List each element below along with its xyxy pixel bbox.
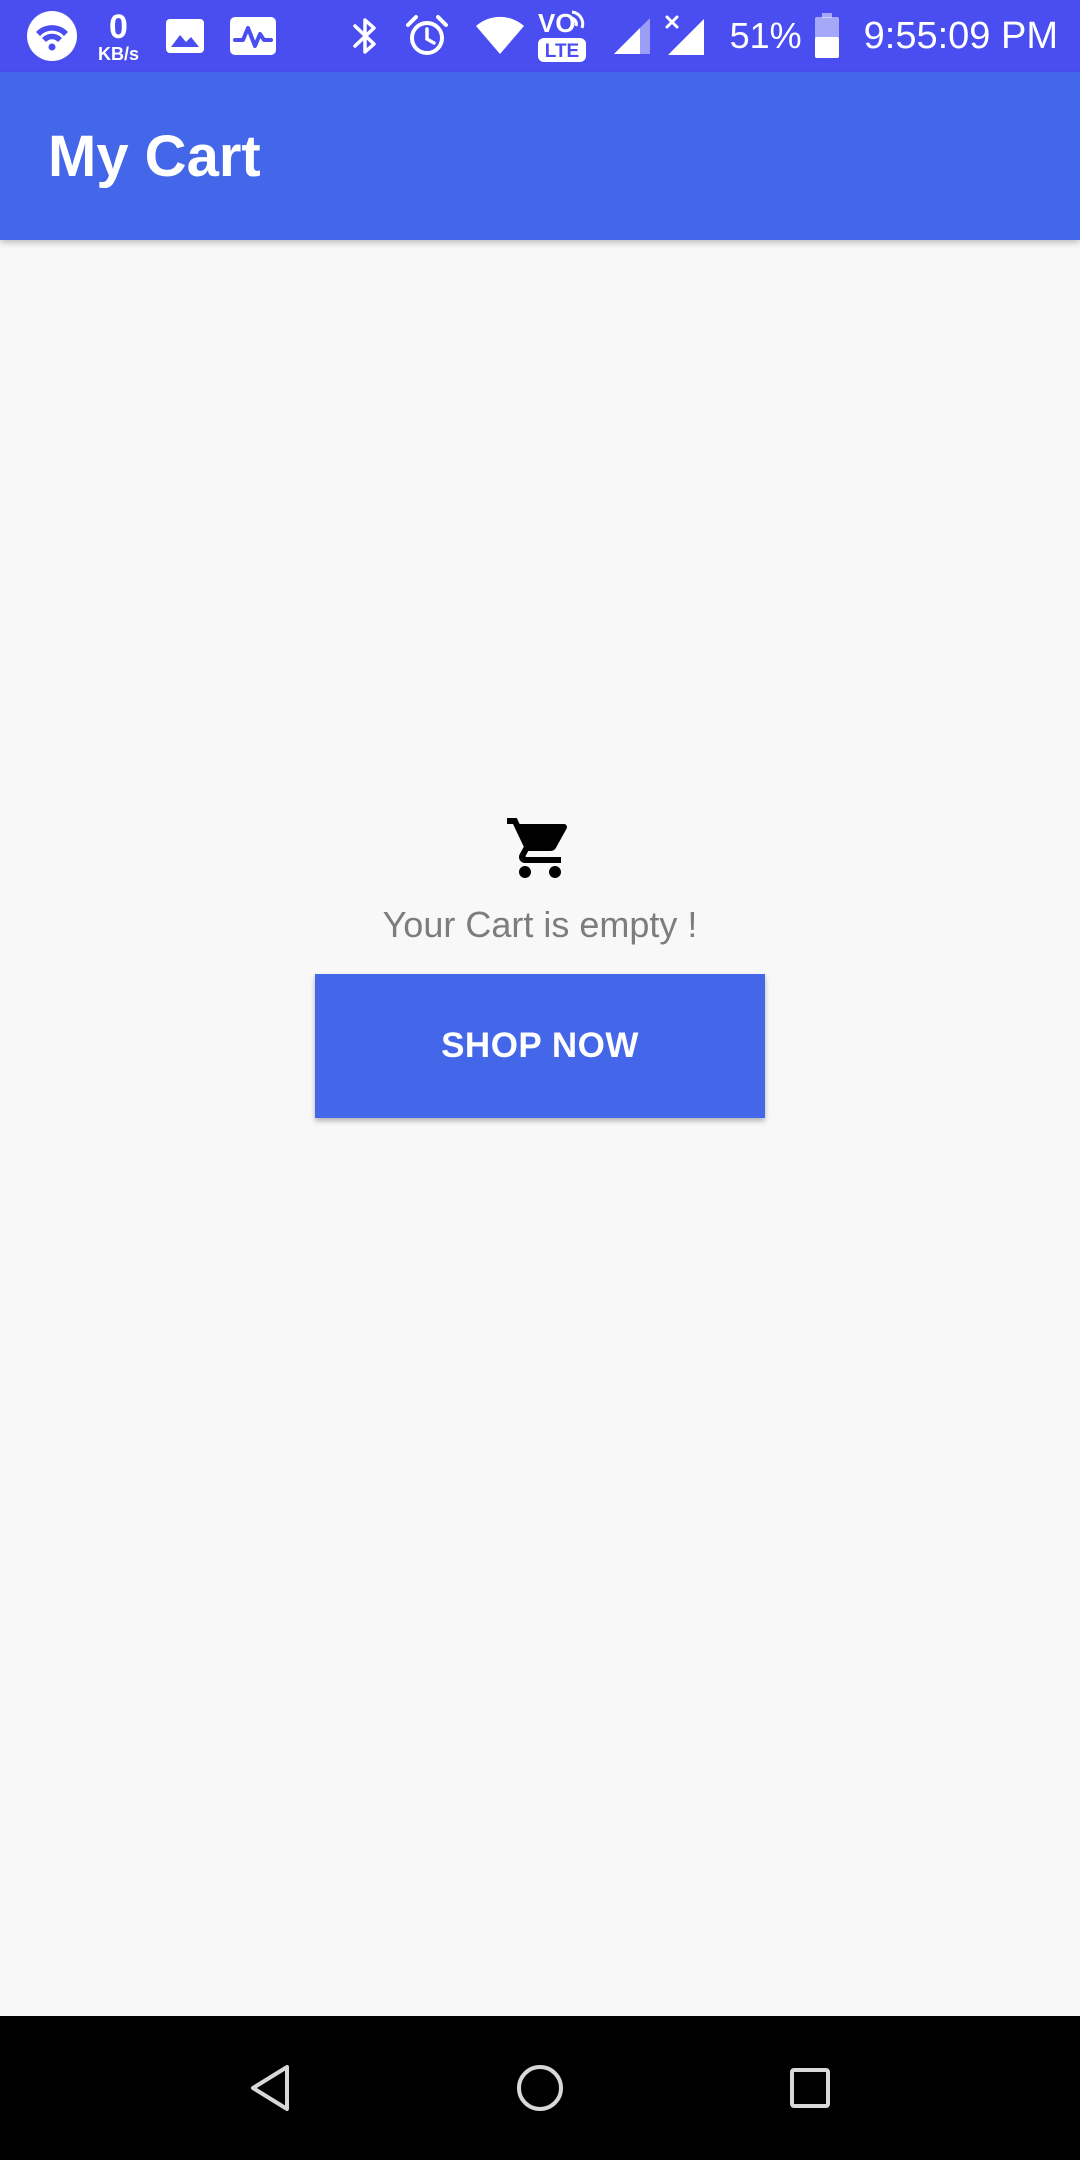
empty-cart-state: Your Cart is empty ! SHOP NOW [0, 812, 1080, 1118]
page-title: My Cart [48, 123, 261, 189]
bluetooth-icon [350, 14, 380, 58]
battery-icon [814, 13, 840, 59]
recents-button[interactable] [750, 2016, 870, 2160]
shop-now-button[interactable]: SHOP NOW [315, 974, 765, 1118]
signal-icon [612, 16, 652, 56]
network-speed-value: 0 [109, 7, 128, 46]
status-bar-right: VO LTE 51% 9:55:09 PM [350, 0, 1058, 72]
network-speed: 0 KB/s [98, 10, 139, 63]
wifi-signal-icon [474, 16, 526, 56]
signal-no-data-icon [664, 15, 706, 57]
app-bar: My Cart [0, 72, 1080, 240]
volte-icon: VO LTE [536, 6, 588, 66]
back-button[interactable] [210, 2016, 330, 2160]
alarm-icon [404, 13, 450, 59]
home-icon [514, 2062, 566, 2114]
lte-label: LTE [544, 41, 578, 62]
volte-label: VO [538, 8, 576, 38]
recents-icon [788, 2066, 832, 2110]
clock: 9:55:09 PM [863, 14, 1058, 57]
empty-cart-message: Your Cart is empty ! [382, 904, 698, 945]
status-bar-left: 0 KB/s [26, 0, 277, 72]
activity-icon [229, 16, 277, 56]
wifi-icon [26, 10, 78, 62]
status-bar: 0 KB/s VO LTE 51% 9:55:09 PM [0, 0, 1080, 72]
back-icon [247, 2063, 293, 2113]
battery-percent: 51% [729, 15, 802, 56]
gallery-icon [165, 18, 205, 54]
home-button[interactable] [480, 2016, 600, 2160]
network-speed-unit: KB/s [98, 43, 140, 64]
cart-icon [504, 812, 576, 884]
navigation-bar [0, 2016, 1080, 2160]
battery-level [814, 37, 839, 58]
